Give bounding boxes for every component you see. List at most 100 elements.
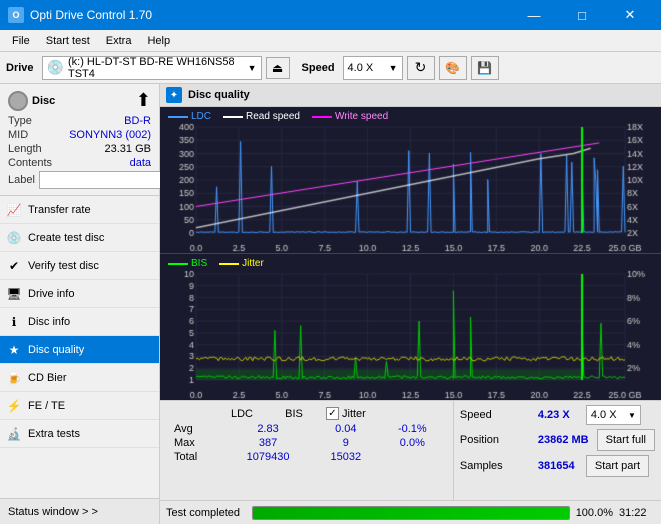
drive-selector[interactable]: 💿 (k:) HL-DT-ST BD-RE WH16NS58 TST4 ▼ [42,56,262,80]
speed-row: Speed 4.23 X 4.0 X ▼ [460,405,655,425]
disc-label-input[interactable] [39,171,177,189]
jitter-checkbox[interactable]: ✓ [326,407,339,420]
jitter-checkbox-group: ✓ Jitter [326,407,366,420]
position-row: Position 23862 MB Start full [460,429,655,451]
bis-canvas [160,254,661,400]
speed-right-label: Speed [460,409,530,421]
sidebar-item-cd-bier[interactable]: 🍺 CD Bier [0,364,159,392]
drive-info-icon: 🖥 [6,286,22,302]
position-label: Position [460,434,530,446]
status-window-item[interactable]: Status window > > [0,498,159,524]
sidebar-item-transfer-rate[interactable]: 📈 Transfer rate [0,196,159,224]
sidebar-item-disc-quality[interactable]: ★ Disc quality [0,336,159,364]
close-button[interactable]: ✕ [607,0,653,30]
title-bar: O Opti Drive Control 1.70 — □ ✕ [0,0,661,30]
speed-label: Speed [302,62,335,74]
avg-label: Avg [168,422,224,436]
bis-legend-label: BIS [191,258,207,269]
jitter-legend-label: Jitter [242,258,264,269]
sidebar-item-fe-te[interactable]: ⚡ FE / TE [0,392,159,420]
toolbar: Drive 💿 (k:) HL-DT-ST BD-RE WH16NS58 TST… [0,52,661,84]
app-title: Opti Drive Control 1.70 [30,8,152,22]
nav-items: 📈 Transfer rate 💿 Create test disc ✔ Ver… [0,196,159,498]
create-disc-icon: 💿 [6,230,22,246]
stats-max-row: Max 387 9 0.0% [168,436,445,450]
sidebar-item-create-test-disc[interactable]: 💿 Create test disc [0,224,159,252]
disc-info-icon: ℹ [6,314,22,330]
samples-label: Samples [460,460,530,472]
chart1-legend: LDC Read speed Write speed [168,111,388,122]
minimize-button[interactable]: — [511,0,557,30]
start-part-button[interactable]: Start part [586,455,649,477]
sidebar-item-verify-test-disc[interactable]: ✔ Verify test disc [0,252,159,280]
chart2-legend: BIS Jitter [168,258,264,269]
progress-time: 31:22 [619,507,655,519]
menu-extra[interactable]: Extra [98,33,140,49]
stats-avg-row: Avg 2.83 0.04 -0.1% [168,422,445,436]
refresh-button[interactable]: ↻ [407,56,435,80]
disc-expand-icon[interactable]: ⬆ [136,90,151,111]
disc-quality-title: Disc quality [188,89,250,101]
stats-total-row: Total 1079430 15032 [168,450,445,464]
mid-value: SONYNN3 (002) [69,129,151,141]
menu-start-test[interactable]: Start test [38,33,98,49]
total-jitter [380,450,445,464]
read-speed-legend: Read speed [246,111,300,122]
extra-tests-icon: 🔬 [6,426,22,442]
disc-quality-header-icon: ✦ [166,87,182,103]
stats-table: Avg 2.83 0.04 -0.1% Max 387 9 0.0% T [168,422,445,464]
stats-right: Speed 4.23 X 4.0 X ▼ Position 23862 MB S… [453,401,661,500]
disc-quality-header: ✦ Disc quality [160,84,661,107]
eject-button[interactable]: ⏏ [266,57,290,79]
menu-file[interactable]: File [4,33,38,49]
speed-select-arrow: ▼ [628,411,636,420]
speed-select-value: 4.0 X [591,409,617,421]
options-button[interactable]: 🎨 [439,56,467,80]
bis-chart: BIS Jitter [160,254,661,400]
progress-bar-inner [253,507,569,519]
speed-selector[interactable]: 4.0 X ▼ [343,56,403,80]
speed-right-value: 4.23 X [538,409,578,421]
max-jitter: 0.0% [380,436,445,450]
samples-value: 381654 [538,460,578,472]
disc-quality-icon: ★ [6,342,22,358]
menu-help[interactable]: Help [139,33,178,49]
avg-ldc: 2.83 [224,422,312,436]
max-label: Max [168,436,224,450]
max-bis: 9 [312,436,380,450]
start-full-button[interactable]: Start full [597,429,655,451]
ldc-header: LDC [212,408,272,420]
length-value: 23.31 GB [105,143,151,155]
speed-right-selector[interactable]: 4.0 X ▼ [586,405,641,425]
maximize-button[interactable]: □ [559,0,605,30]
progress-area: Test completed 100.0% 31:22 [160,500,661,524]
position-value: 23862 MB [538,434,589,446]
sidebar-item-drive-info[interactable]: 🖥 Drive info [0,280,159,308]
bis-header: BIS [272,408,316,420]
charts-area: LDC Read speed Write speed [160,107,661,400]
sidebar-item-extra-tests[interactable]: 🔬 Extra tests [0,420,159,448]
save-button[interactable]: 💾 [471,56,499,80]
status-text: Test completed [166,507,246,519]
drive-value: (k:) HL-DT-ST BD-RE WH16NS58 TST4 [68,56,244,80]
disc-icon [8,91,28,111]
contents-label: Contents [8,157,52,169]
avg-bis: 0.04 [312,422,380,436]
ldc-canvas [160,107,661,253]
drive-label: Drive [6,62,34,74]
avg-jitter: -0.1% [380,422,445,436]
mid-label: MID [8,129,28,141]
main-layout: Disc ⬆ Type BD-R MID SONYNN3 (002) Lengt… [0,84,661,524]
transfer-rate-icon: 📈 [6,202,22,218]
contents-value: data [130,157,151,169]
disc-section-title: Disc [32,95,55,107]
sidebar-item-disc-info[interactable]: ℹ Disc info [0,308,159,336]
type-label: Type [8,115,32,127]
cd-bier-icon: 🍺 [6,370,22,386]
total-bis: 15032 [312,450,380,464]
status-window-label: Status window > > [8,506,98,518]
progress-percent: 100.0% [576,507,613,519]
drive-dropdown-icon: ▼ [248,63,257,73]
content-area: ✦ Disc quality LDC Read speed [160,84,661,524]
disc-info-panel: Disc ⬆ Type BD-R MID SONYNN3 (002) Lengt… [0,84,159,196]
